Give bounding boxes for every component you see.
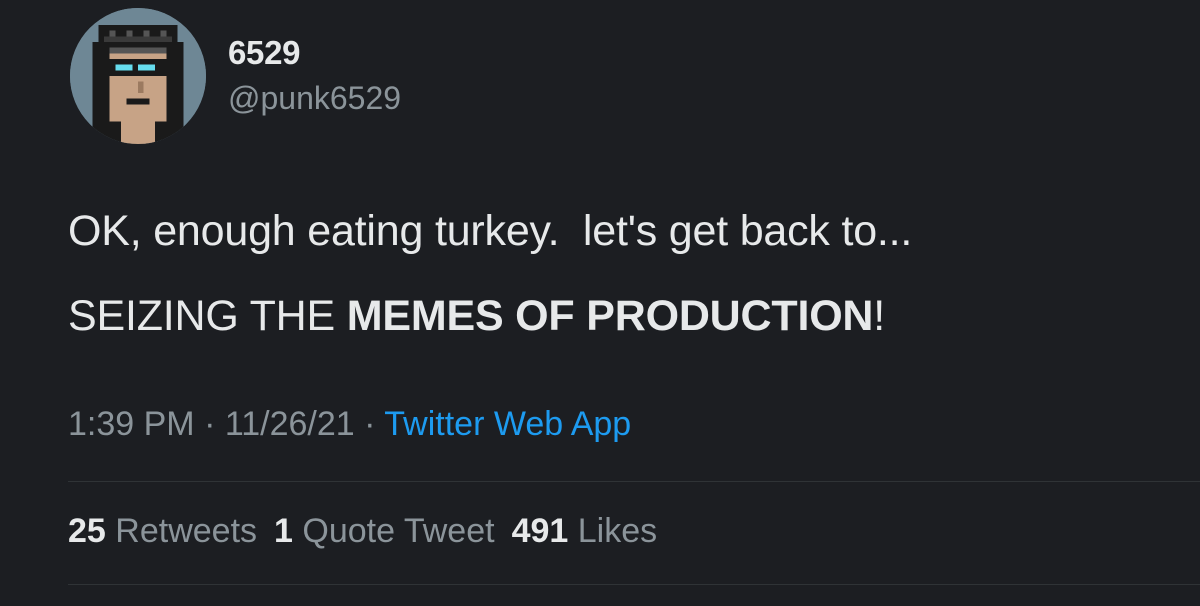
likes-count: 491 <box>511 512 569 550</box>
avatar[interactable] <box>70 8 206 144</box>
pixel-punk-avatar-icon <box>70 8 206 144</box>
tweet-time[interactable]: 1:39 PM <box>68 405 195 443</box>
likes-label: Likes <box>577 512 658 550</box>
meta-separator: · <box>194 405 225 443</box>
tweet-meta: 1:39 PM · 11/26/21 · Twitter Web App <box>68 405 631 444</box>
user-handle[interactable]: @punk6529 <box>228 80 401 117</box>
tweet-stats: 25 Retweets 1 Quote Tweet 491 Likes <box>68 512 657 551</box>
quotes-stat[interactable]: 1 Quote Tweet <box>274 512 495 550</box>
tweet-text-suffix: ! <box>873 292 886 340</box>
likes-stat[interactable]: 491 Likes <box>512 512 658 550</box>
display-name[interactable]: 6529 <box>228 34 301 72</box>
retweets-stat[interactable]: 25 Retweets <box>68 512 257 550</box>
tweet-text-line-1: OK, enough eating turkey. let's get back… <box>68 207 913 255</box>
tweet-date[interactable]: 11/26/21 <box>225 405 355 443</box>
tweet-source-link[interactable]: Twitter Web App <box>384 405 631 443</box>
tweet-text-bold: MEMES OF PRODUCTION <box>346 292 874 340</box>
divider <box>68 481 1200 482</box>
quotes-label: Quote Tweet <box>302 512 495 550</box>
tweet-text-line-2: SEIZING THE MEMES OF PRODUCTION! <box>68 292 885 341</box>
retweets-label: Retweets <box>115 512 258 550</box>
tweet-card: 6529 @punk6529 OK, enough eating turkey.… <box>0 0 1200 606</box>
meta-separator: · <box>354 405 385 443</box>
quotes-count: 1 <box>274 512 293 550</box>
tweet-text-prefix: SEIZING THE <box>68 292 347 340</box>
divider <box>68 584 1200 585</box>
retweets-count: 25 <box>68 512 106 550</box>
